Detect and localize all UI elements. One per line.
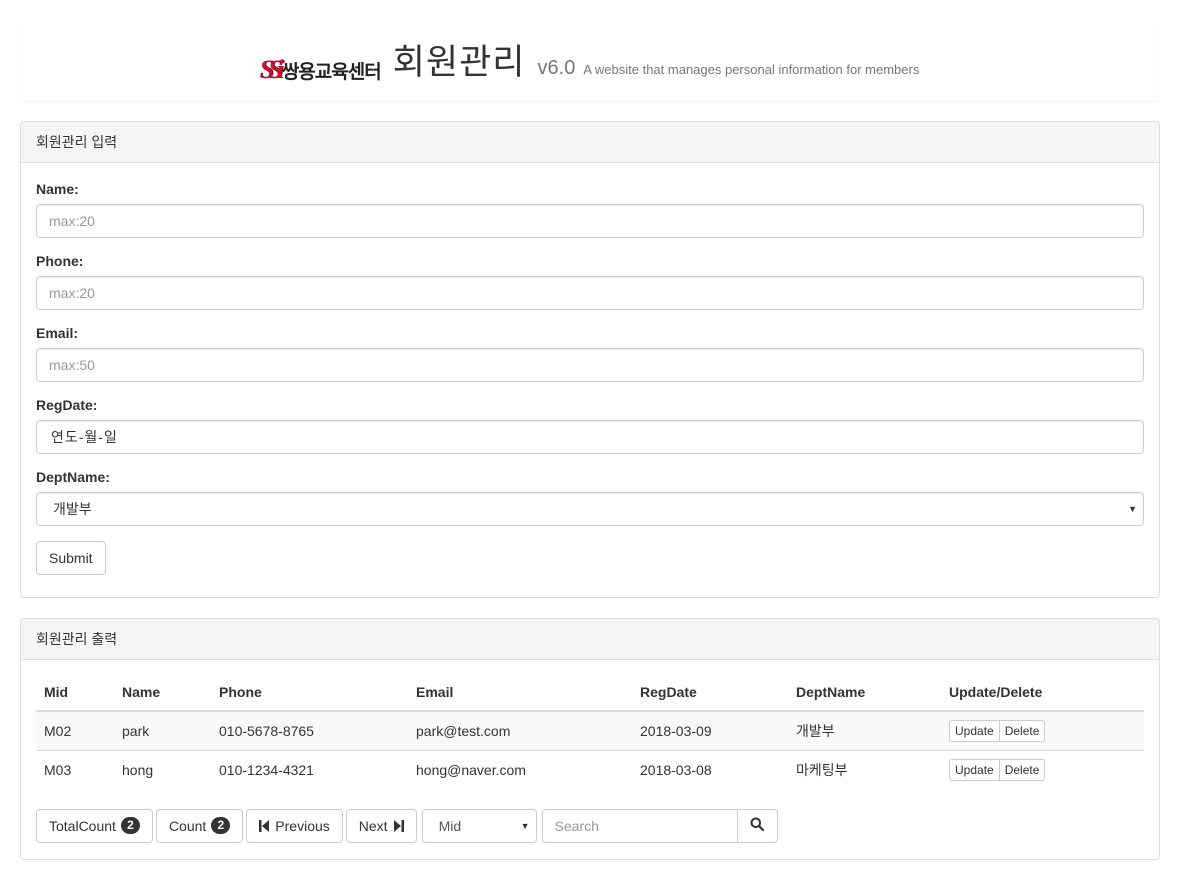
col-actions: Update/Delete — [941, 674, 1144, 712]
count-badge: 2 — [211, 817, 231, 834]
email-field[interactable] — [36, 348, 1144, 382]
regdate-value: 연도-월-일 — [51, 429, 118, 445]
cell-phone: 010-1234-4321 — [211, 750, 408, 790]
brand: SSi 쌍용교육센터 회원관리 v6.0 A website that mana… — [260, 34, 920, 85]
phone-field[interactable] — [36, 276, 1144, 310]
logo-text: 쌍용교육센터 — [281, 60, 382, 83]
total-count-badge: 2 — [120, 817, 140, 834]
cell-email: park@test.com — [408, 710, 632, 751]
name-label: Name: — [36, 181, 79, 197]
table-header-row: Mid Name Phone Email RegDate DeptName Up… — [36, 674, 1144, 712]
cell-name: hong — [114, 750, 211, 790]
deptname-label: DeptName: — [36, 469, 110, 485]
col-phone: Phone — [211, 674, 408, 712]
update-button[interactable]: Update — [949, 759, 1000, 782]
search-icon — [750, 817, 765, 834]
cell-regdate: 2018-03-08 — [632, 750, 788, 790]
cell-phone: 010-5678-8765 — [211, 710, 408, 751]
table-row: M02 park 010-5678-8765 park@test.com 201… — [36, 710, 1144, 751]
page-header: SSi 쌍용교육센터 회원관리 v6.0 A website that mana… — [20, 18, 1159, 101]
search-button[interactable] — [737, 808, 778, 843]
input-panel-heading: 회원관리 입력 — [21, 122, 1159, 163]
cell-name: park — [114, 710, 211, 751]
cell-actions: Update Delete — [941, 710, 1144, 751]
search-group — [541, 808, 778, 843]
row-actions: Update Delete — [949, 759, 1046, 782]
output-panel: 회원관리 출력 Mid Name Phone Email RegDate Dep… — [20, 618, 1160, 860]
step-forward-icon — [393, 819, 404, 832]
phone-group: Phone: — [36, 253, 1144, 310]
cell-dept: 개발부 — [788, 710, 941, 751]
regdate-field[interactable]: 연도-월-일 — [36, 420, 1144, 454]
search-key-value: Mid — [438, 817, 462, 834]
name-field[interactable] — [36, 204, 1144, 238]
step-backward-icon — [259, 819, 270, 832]
search-key-select[interactable]: Mid ▼ — [421, 808, 537, 843]
col-name: Name — [114, 674, 211, 712]
delete-button[interactable]: Delete — [999, 759, 1046, 782]
logo: SSi 쌍용교육센터 — [259, 55, 382, 85]
cell-email: hong@naver.com — [408, 750, 632, 790]
output-panel-heading: 회원관리 출력 — [21, 619, 1159, 660]
caret-down-icon: ▼ — [1128, 504, 1137, 514]
total-count-label: TotalCount — [49, 817, 116, 834]
email-label: Email: — [36, 325, 79, 341]
deptname-value: 개발부 — [53, 501, 92, 517]
regdate-label: RegDate: — [36, 397, 98, 413]
next-label: Next — [358, 817, 388, 834]
previous-label: Previous — [275, 817, 330, 834]
phone-label: Phone: — [36, 253, 84, 269]
previous-button[interactable]: Previous — [246, 808, 343, 843]
caret-down-icon: ▼ — [520, 820, 530, 831]
page-title: 회원관리 — [392, 43, 526, 83]
search-input[interactable] — [541, 808, 738, 843]
row-actions: Update Delete — [949, 720, 1046, 742]
delete-button[interactable]: Delete — [999, 720, 1046, 742]
pager-toolbar: TotalCount 2 Count 2 Previous Next Mid ▼… — [36, 808, 1144, 843]
tagline: A website that manages personal informat… — [583, 62, 920, 77]
col-regdate: RegDate — [632, 674, 788, 712]
email-group: Email: — [36, 325, 1144, 382]
input-panel: 회원관리 입력 Name: Phone: Email: RegDate: 연도-… — [20, 121, 1160, 598]
table-row: M03 hong 010-1234-4321 hong@naver.com 20… — [36, 750, 1144, 790]
next-button[interactable]: Next — [345, 808, 417, 843]
members-table: Mid Name Phone Email RegDate DeptName Up… — [36, 674, 1144, 790]
cell-mid: M03 — [36, 750, 114, 790]
total-count-button[interactable]: TotalCount 2 — [36, 808, 153, 843]
version-label: v6.0 — [537, 57, 576, 79]
deptname-group: DeptName: 개발부 ▼ — [36, 469, 1144, 526]
col-mid: Mid — [36, 674, 114, 712]
update-button[interactable]: Update — [949, 720, 1000, 742]
submit-button[interactable]: Submit — [36, 541, 106, 575]
col-deptname: DeptName — [788, 674, 941, 712]
logo-mark: SSi — [259, 55, 284, 84]
count-button[interactable]: Count 2 — [155, 808, 244, 843]
cell-mid: M02 — [36, 710, 114, 751]
col-email: Email — [408, 674, 632, 712]
deptname-select[interactable]: 개발부 ▼ — [36, 492, 1144, 526]
count-label: Count — [168, 817, 207, 834]
cell-regdate: 2018-03-09 — [632, 710, 788, 751]
cell-actions: Update Delete — [941, 750, 1144, 790]
name-group: Name: — [36, 181, 1144, 238]
regdate-group: RegDate: 연도-월-일 — [36, 397, 1144, 454]
cell-dept: 마케팅부 — [788, 750, 941, 790]
